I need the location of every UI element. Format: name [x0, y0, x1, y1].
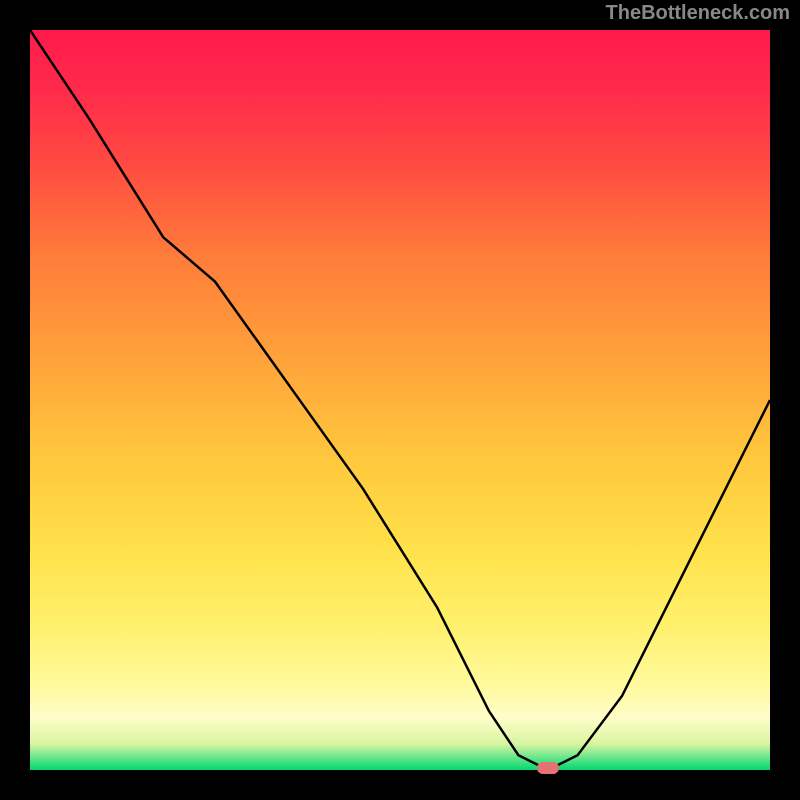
optimal-marker — [537, 762, 559, 774]
chart-container: TheBottleneck.com — [0, 0, 800, 800]
watermark-text: TheBottleneck.com — [606, 2, 790, 25]
bottleneck-curve — [30, 30, 770, 770]
plot-area — [30, 30, 770, 770]
